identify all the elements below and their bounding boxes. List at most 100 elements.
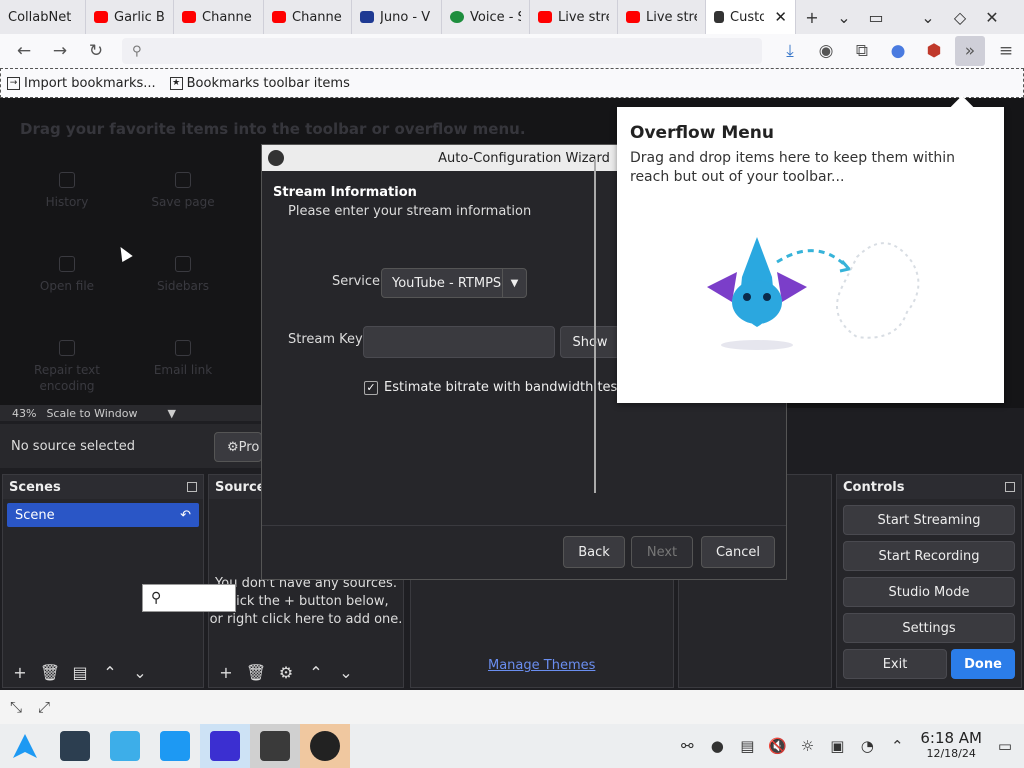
network-share-icon[interactable]: ⚯ <box>676 735 698 757</box>
screen-tool-icon[interactable]: ⤡ <box>10 698 22 716</box>
gear-icon[interactable]: ⚙ <box>275 661 297 683</box>
tab[interactable]: Live stre <box>530 0 618 34</box>
overflow-menu-icon[interactable]: » <box>955 36 985 66</box>
trash-icon[interactable]: 🗑 <box>245 661 267 683</box>
clipboard-icon[interactable]: ▤ <box>736 735 758 757</box>
tab[interactable]: Garlic B <box>86 0 174 34</box>
tab-label: Live stre <box>558 9 609 25</box>
ublock-icon[interactable]: ⬢ <box>916 34 952 68</box>
controls-dock: Controls ▢ Start Streaming Start Recordin… <box>836 474 1022 688</box>
scenes-dock-title: Scenes ▢ <box>3 475 203 499</box>
forward-arrow-icon[interactable]: → <box>42 34 78 68</box>
tab-overview-icon[interactable]: ▭ <box>860 0 892 34</box>
reload-icon[interactable]: ↻ <box>78 34 114 68</box>
bookmarks-toolbar-items[interactable]: ★ Bookmarks toolbar items <box>169 76 350 91</box>
properties-button[interactable]: ⚙ Pro <box>214 432 262 462</box>
diamond-icon[interactable]: ◇ <box>944 0 976 34</box>
scenes-title: Scenes <box>9 479 61 495</box>
start-streaming-button[interactable]: Start Streaming <box>843 505 1015 535</box>
trash-icon[interactable]: 🗑 <box>39 661 61 683</box>
chevron-down-icon[interactable]: ▼ <box>167 407 175 420</box>
tab[interactable]: CollabNet <box>0 0 86 34</box>
scrollbar[interactable] <box>594 159 596 493</box>
palette-item-history[interactable]: History <box>22 172 112 210</box>
account-icon[interactable]: ◉ <box>808 34 844 68</box>
close-window-icon[interactable]: ✕ <box>976 0 1008 34</box>
scenes-dock: Scenes ▢ Scene ↶ + 🗑 ▤ ⌃ ⌄ <box>2 474 204 688</box>
clock[interactable]: 6:18 AM 12/18/24 <box>920 731 982 761</box>
app-launcher-icon[interactable] <box>0 724 50 768</box>
chevron-up-icon[interactable]: ⌃ <box>305 661 327 683</box>
service-select[interactable]: YouTube - RTMPS ▼ <box>381 268 527 298</box>
extensions-icon[interactable]: ⧉ <box>844 34 880 68</box>
hamburger-menu-icon[interactable]: ≡ <box>988 34 1024 68</box>
next-button[interactable]: Next <box>631 536 693 568</box>
brightness-icon[interactable]: ☼ <box>796 735 818 757</box>
storage-icon[interactable]: ▣ <box>826 735 848 757</box>
terminal-icon[interactable] <box>250 724 300 768</box>
file-manager-icon[interactable] <box>150 724 200 768</box>
manage-themes-link[interactable]: Manage Themes <box>488 658 595 673</box>
float-dock-icon[interactable]: ▢ <box>187 482 197 492</box>
app-f-icon[interactable] <box>200 724 250 768</box>
new-tab-icon[interactable]: + <box>796 0 828 34</box>
discover-icon[interactable] <box>100 724 150 768</box>
tab[interactable]: Live stre <box>618 0 706 34</box>
os-status-strip: ⤡ ⤢ <box>0 690 1024 724</box>
back-button[interactable]: Back <box>563 536 625 568</box>
stream-key-input[interactable] <box>363 326 555 358</box>
profile-icon[interactable]: ● <box>880 34 916 68</box>
estimate-bitrate-checkbox[interactable]: ✓ Estimate bitrate with bandwidth test (… <box>364 380 637 395</box>
expand-icon[interactable]: ⤢ <box>38 698 50 716</box>
studio-mode-button[interactable]: Studio Mode <box>843 577 1015 607</box>
show-desktop-icon[interactable]: ▭ <box>994 735 1016 757</box>
tab[interactable]: Channe <box>264 0 352 34</box>
undo-icon[interactable]: ↶ <box>180 508 191 523</box>
chevron-up-icon[interactable]: ⌃ <box>886 735 908 757</box>
no-source-label: No source selected <box>11 438 135 454</box>
wizard-title: Auto-Configuration Wizard <box>438 150 610 166</box>
tab[interactable]: Voice - S <box>442 0 530 34</box>
checkbox-checked-icon: ✓ <box>364 380 378 395</box>
import-bookmarks[interactable]: → Import bookmarks... <box>7 76 156 91</box>
youtube-icon <box>182 11 196 23</box>
url-bar[interactable]: ⚲ <box>122 38 762 64</box>
chevron-down-icon[interactable]: ⌄ <box>912 0 944 34</box>
scene-list-item[interactable]: Scene ↶ <box>7 503 199 527</box>
tab[interactable]: Juno - V <box>352 0 442 34</box>
tab-label: Juno - V <box>380 9 431 25</box>
cancel-button[interactable]: Cancel <box>701 536 775 568</box>
start-recording-button[interactable]: Start Recording <box>843 541 1015 571</box>
exit-button[interactable]: Exit <box>843 649 947 679</box>
palette-item-sidebars[interactable]: Sidebars <box>138 256 228 294</box>
filter-icon[interactable]: ▤ <box>69 661 91 683</box>
phone-icon <box>450 11 464 23</box>
search-input[interactable]: ⚲ <box>142 584 236 612</box>
palette-item-save-page[interactable]: Save page <box>138 172 228 210</box>
palette-item-email-link[interactable]: Email link <box>138 340 228 378</box>
settings-button[interactable]: Settings <box>843 613 1015 643</box>
done-button[interactable]: Done <box>951 649 1015 679</box>
palette-item-open-file[interactable]: Open file <box>22 256 112 294</box>
system-settings-icon[interactable] <box>50 724 100 768</box>
tab[interactable]: Channe <box>174 0 264 34</box>
updates-icon[interactable]: ◔ <box>856 735 878 757</box>
scale-mode[interactable]: Scale to Window <box>46 407 137 420</box>
tab-label: Channe <box>292 9 342 25</box>
chevron-down-icon[interactable]: ⌄ <box>335 661 357 683</box>
volume-muted-icon[interactable]: 🔇 <box>766 735 788 757</box>
chevron-up-icon[interactable]: ⌃ <box>99 661 121 683</box>
palette-item-repair-text[interactable]: Repair text encoding <box>22 340 112 394</box>
chevron-down-icon[interactable]: ⌄ <box>129 661 151 683</box>
add-source-icon[interactable]: + <box>215 661 237 683</box>
tab-active[interactable]: Custo ✕ <box>706 0 796 34</box>
float-dock-icon[interactable]: ▢ <box>1005 482 1015 492</box>
chevron-down-icon[interactable]: ⌄ <box>828 0 860 34</box>
download-icon[interactable]: ⤓ <box>772 34 808 68</box>
obs-studio-icon[interactable] <box>300 724 350 768</box>
add-scene-icon[interactable]: + <box>9 661 31 683</box>
show-key-button[interactable]: Show <box>560 326 620 358</box>
obs-tray-icon[interactable]: ● <box>706 735 728 757</box>
back-arrow-icon[interactable]: ← <box>6 34 42 68</box>
close-icon[interactable]: ✕ <box>774 8 787 26</box>
